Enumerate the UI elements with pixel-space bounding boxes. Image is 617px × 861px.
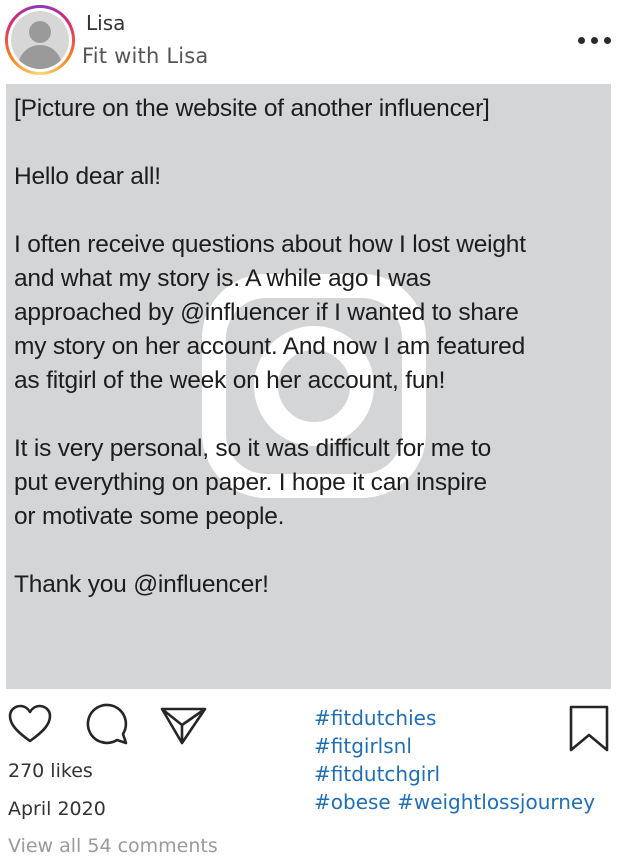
post-line: or motivate some people. xyxy=(14,503,285,530)
post-line: put everything on paper. I hope it can i… xyxy=(14,469,487,496)
post-header: Lisa Fit with Lisa xyxy=(0,0,617,84)
likes-count[interactable]: 270 likes xyxy=(8,758,93,784)
avatar-body-icon xyxy=(18,45,62,69)
post-line-spacer xyxy=(14,194,606,228)
post-line: Thank you @influencer! xyxy=(14,571,269,598)
post-line: approached by @influencer if I wanted to… xyxy=(14,299,519,326)
story-ring[interactable] xyxy=(5,5,75,75)
action-bar xyxy=(0,700,300,756)
post-line-spacer xyxy=(14,126,606,160)
post-line: [Picture on the website of another influ… xyxy=(14,95,490,122)
send-icon[interactable] xyxy=(160,700,208,748)
post-line: my story on her account. And now I am fe… xyxy=(14,333,526,360)
hashtag-list: #fitdutchies #fitgirlsnl #fitdutchgirl #… xyxy=(314,704,595,816)
view-comments-link[interactable]: View all 54 comments xyxy=(8,833,218,859)
post-line-spacer xyxy=(14,398,606,432)
comment-bubble-icon[interactable] xyxy=(84,700,132,748)
more-options-icon[interactable] xyxy=(578,31,612,51)
post-image: [Picture on the website of another influ… xyxy=(6,84,611,689)
account-subtitle: Fit with Lisa xyxy=(82,44,209,68)
hashtag-link[interactable]: #fitgirlsnl xyxy=(314,734,412,758)
post-line-spacer xyxy=(14,534,606,568)
avatar[interactable] xyxy=(11,11,69,69)
hashtag-link[interactable]: #obese xyxy=(314,790,391,814)
heart-icon[interactable] xyxy=(6,700,54,748)
hashtag-link[interactable]: #fitdutchgirl xyxy=(314,762,440,786)
username[interactable]: Lisa xyxy=(86,10,125,36)
post-date: April 2020 xyxy=(8,798,106,820)
post-line: Hello dear all! xyxy=(14,163,161,190)
post-line: I often receive questions about how I lo… xyxy=(14,231,526,258)
post-caption-text: [Picture on the website of another influ… xyxy=(14,92,606,602)
avatar-frame xyxy=(8,8,72,72)
post-line: as fitgirl of the week on her account, f… xyxy=(14,367,446,394)
hashtag-link[interactable]: #fitdutchies xyxy=(314,706,436,730)
post-line: and what my story is. A while ago I was xyxy=(14,265,432,292)
post-line: It is very personal, so it was difficult… xyxy=(14,435,492,462)
avatar-head-icon xyxy=(29,21,51,43)
hashtag-link[interactable]: #weightlossjourney xyxy=(397,790,595,814)
bookmark-icon[interactable] xyxy=(566,704,612,754)
